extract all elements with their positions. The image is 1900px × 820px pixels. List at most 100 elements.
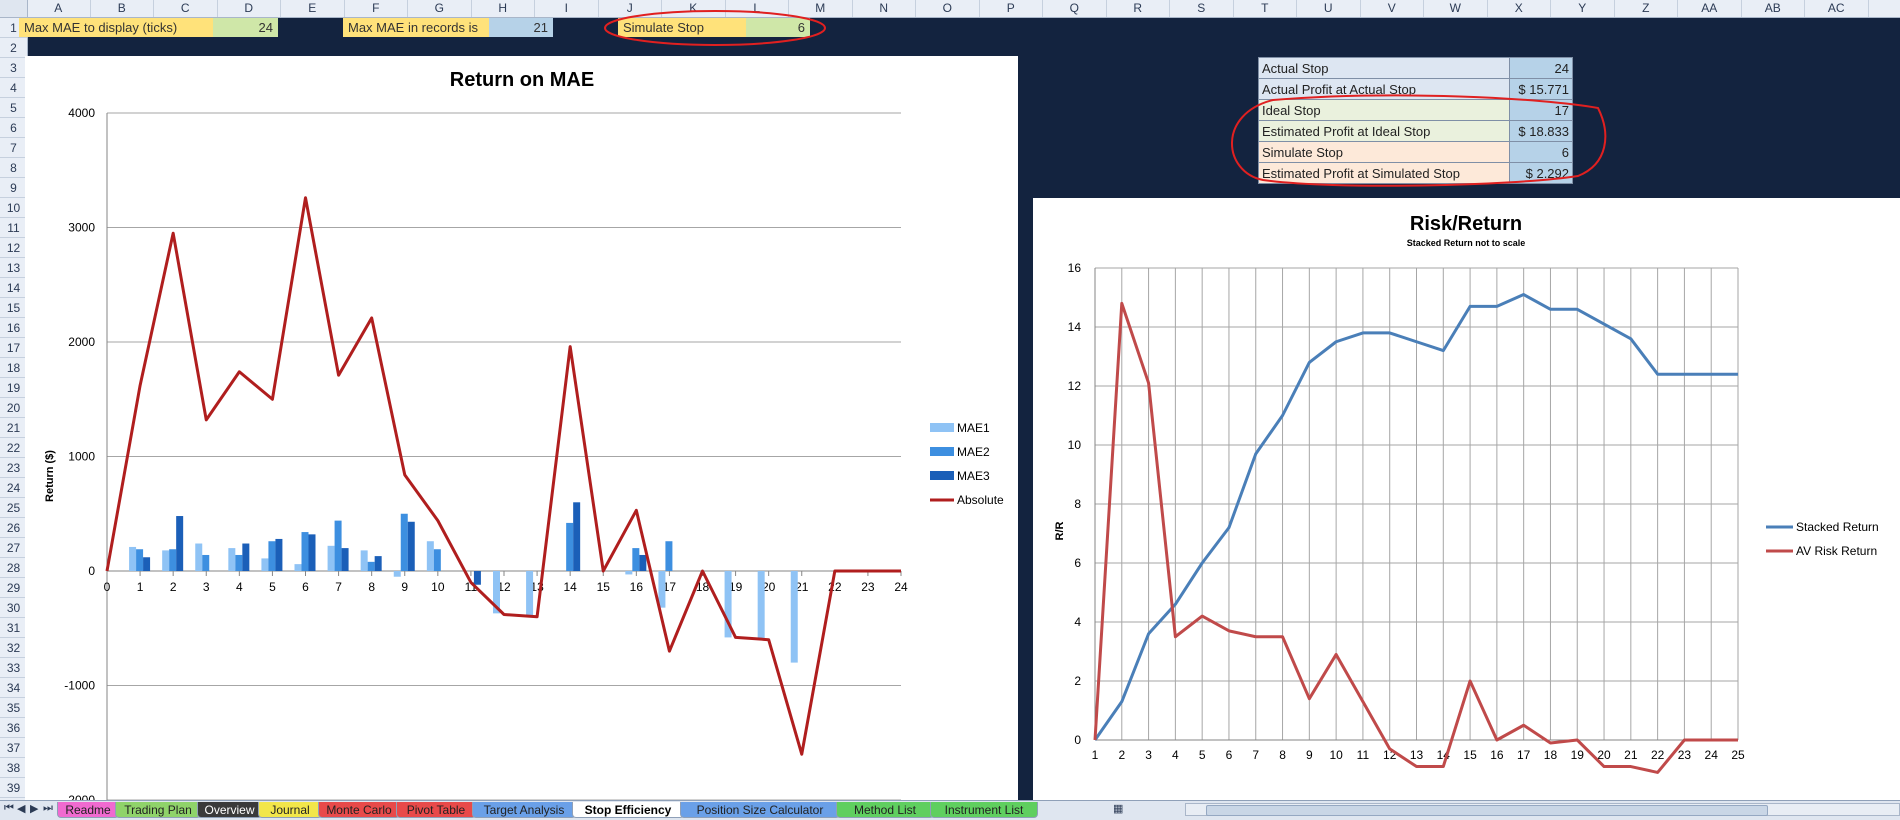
x-tick-label: 1: [1092, 748, 1099, 762]
row-header-28[interactable]: 28: [0, 558, 27, 578]
row-header-14[interactable]: 14: [0, 278, 27, 298]
column-header-U[interactable]: U: [1297, 0, 1361, 17]
row-header-30[interactable]: 30: [0, 598, 27, 618]
max-records-label[interactable]: Max MAE in records is: [343, 18, 489, 37]
row-header-11[interactable]: 11: [0, 218, 27, 238]
column-header-W[interactable]: W: [1424, 0, 1488, 17]
row-header-8[interactable]: 8: [0, 158, 27, 178]
column-header-O[interactable]: O: [916, 0, 980, 17]
column-header-A[interactable]: A: [27, 0, 91, 17]
max-mae-value[interactable]: 24: [213, 18, 278, 37]
row-header-27[interactable]: 27: [0, 538, 27, 558]
sheet-tab[interactable]: Pivot Table: [396, 802, 476, 818]
sheet-tab[interactable]: Journal: [258, 802, 322, 818]
select-all-corner[interactable]: [0, 0, 28, 17]
stats-label[interactable]: Actual Stop: [1258, 57, 1510, 79]
row-header-4[interactable]: 4: [0, 78, 27, 98]
sheet-tab[interactable]: Stop Efficiency: [572, 802, 684, 818]
row-header-21[interactable]: 21: [0, 418, 27, 438]
column-header-P[interactable]: P: [980, 0, 1043, 17]
x-tick-label: 16: [630, 580, 644, 594]
y-axis-label: Return ($): [44, 450, 56, 502]
sheet-tab[interactable]: Position Size Calculator: [680, 802, 840, 818]
row-header-39[interactable]: 39: [0, 778, 27, 798]
last-sheet-icon[interactable]: ⏭: [43, 802, 53, 815]
column-header-E[interactable]: E: [281, 0, 345, 17]
return-on-mae-chart[interactable]: Return on MAE Return ($) 4000 3000 2000 1000 0…: [25, 56, 1018, 800]
row-header-24[interactable]: 24: [0, 478, 27, 498]
row-header-5[interactable]: 5: [0, 98, 27, 118]
bar-mae3: [275, 538, 283, 571]
row-header-23[interactable]: 23: [0, 458, 27, 478]
row-header-6[interactable]: 6: [0, 118, 27, 138]
row-header-15[interactable]: 15: [0, 298, 27, 318]
scroll-thumb[interactable]: [1206, 805, 1768, 816]
x-tick-label: 13: [1410, 748, 1424, 762]
bar-mae3: [341, 548, 349, 571]
horizontal-scrollbar[interactable]: [1185, 803, 1900, 816]
column-header-C[interactable]: C: [154, 0, 218, 17]
row-header-33[interactable]: 33: [0, 658, 27, 678]
row-header-12[interactable]: 12: [0, 238, 27, 258]
row-header-37[interactable]: 37: [0, 738, 27, 758]
sheet-tab[interactable]: Overview: [197, 802, 262, 818]
column-header-V[interactable]: V: [1361, 0, 1424, 17]
legend-swatch: [930, 471, 954, 480]
first-sheet-icon[interactable]: ⏮: [4, 802, 14, 815]
column-header-AB[interactable]: AB: [1742, 0, 1805, 17]
column-header-R[interactable]: R: [1107, 0, 1170, 17]
sheet-tab[interactable]: Readme: [57, 802, 119, 818]
row-header-22[interactable]: 22: [0, 438, 27, 458]
risk-return-chart[interactable]: Risk/Return Stacked Return not to scale R/…: [1033, 198, 1900, 800]
column-header-D[interactable]: D: [218, 0, 281, 17]
row-header-2[interactable]: 2: [0, 38, 27, 58]
row-header-34[interactable]: 34: [0, 678, 27, 698]
row-header-3[interactable]: 3: [0, 58, 27, 78]
row-header-17[interactable]: 17: [0, 338, 27, 358]
column-header-AC[interactable]: AC: [1805, 0, 1869, 17]
row-header-35[interactable]: 35: [0, 698, 27, 718]
column-header-F[interactable]: F: [345, 0, 408, 17]
row-header-32[interactable]: 32: [0, 638, 27, 658]
next-sheet-icon[interactable]: ▶: [30, 802, 38, 815]
column-header-X[interactable]: X: [1488, 0, 1551, 17]
prev-sheet-icon[interactable]: ◀: [17, 802, 25, 815]
column-header-T[interactable]: T: [1234, 0, 1297, 17]
sheet-tab[interactable]: Trading Plan: [115, 802, 201, 818]
sheet-tab[interactable]: Monte Carlo: [318, 802, 400, 818]
column-header-AA[interactable]: AA: [1678, 0, 1742, 17]
sheet-tab[interactable]: Target Analysis: [472, 802, 576, 818]
row-header-13[interactable]: 13: [0, 258, 27, 278]
row-header-20[interactable]: 20: [0, 398, 27, 418]
row-header-7[interactable]: 7: [0, 138, 27, 158]
column-header-H[interactable]: H: [472, 0, 535, 17]
row-header-9[interactable]: 9: [0, 178, 27, 198]
x-tick-label: 25: [1731, 748, 1745, 762]
stats-value[interactable]: 24: [1509, 57, 1573, 79]
row-header-10[interactable]: 10: [0, 198, 27, 218]
x-tick-label: 7: [1252, 748, 1259, 762]
column-header-Y[interactable]: Y: [1551, 0, 1615, 17]
column-header-Q[interactable]: Q: [1043, 0, 1107, 17]
y-axis-label: R/R: [1054, 521, 1066, 540]
row-header-26[interactable]: 26: [0, 518, 27, 538]
row-header-38[interactable]: 38: [0, 758, 27, 778]
column-header-S[interactable]: S: [1170, 0, 1234, 17]
column-header-Z[interactable]: Z: [1615, 0, 1678, 17]
column-header-I[interactable]: I: [535, 0, 599, 17]
column-header-G[interactable]: G: [408, 0, 472, 17]
row-header-18[interactable]: 18: [0, 358, 27, 378]
row-header-19[interactable]: 19: [0, 378, 27, 398]
row-header-29[interactable]: 29: [0, 578, 27, 598]
column-header-B[interactable]: B: [91, 0, 154, 17]
sheet-tab[interactable]: Instrument List: [930, 802, 1038, 818]
max-records-value[interactable]: 21: [489, 18, 553, 37]
sheet-tab[interactable]: Method List: [836, 802, 934, 818]
max-mae-label[interactable]: Max MAE to display (ticks): [19, 18, 213, 37]
row-header-31[interactable]: 31: [0, 618, 27, 638]
row-header-36[interactable]: 36: [0, 718, 27, 738]
insert-sheet-icon[interactable]: ▦: [1113, 802, 1123, 815]
column-header-N[interactable]: N: [853, 0, 916, 17]
row-header-16[interactable]: 16: [0, 318, 27, 338]
row-header-25[interactable]: 25: [0, 498, 27, 518]
